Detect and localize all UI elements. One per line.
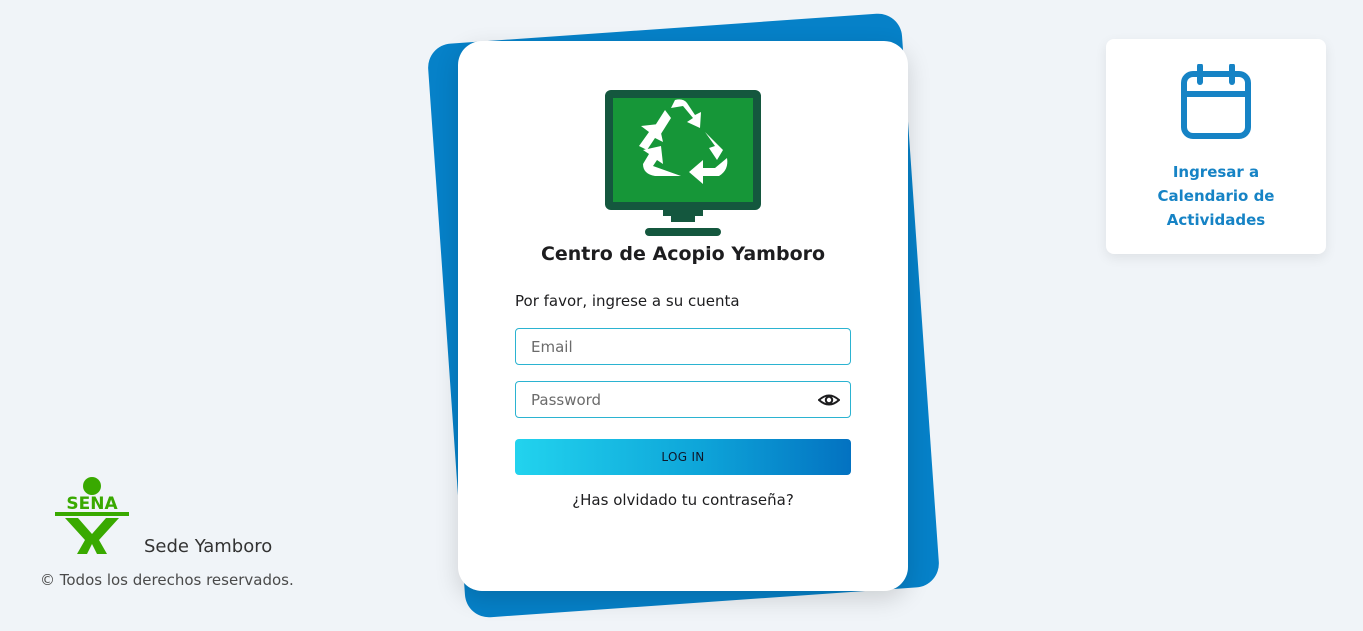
calendar-icon (1180, 63, 1252, 142)
calendar-text-line3: Actividades (1166, 211, 1266, 229)
calendar-text-line2: Calendario de (1157, 187, 1275, 205)
login-button[interactable]: LOG IN (515, 439, 851, 475)
sede-label: Sede Yamboro (144, 536, 273, 557)
svg-text:SENA: SENA (66, 494, 118, 514)
login-subtitle: Por favor, ingrese a su cuenta (515, 292, 740, 310)
calendar-card-link[interactable]: Ingresar a Calendario de Actividades (1106, 39, 1326, 254)
password-input[interactable] (516, 382, 850, 417)
app-title: Centro de Acopio Yamboro (540, 243, 826, 265)
copyright-text: © Todos los derechos reservados. (40, 571, 294, 589)
email-input[interactable] (516, 329, 850, 364)
sena-logo: SENA (51, 476, 133, 556)
forgot-password-link[interactable]: ¿Has olvidado tu contraseña? (458, 491, 908, 509)
calendar-text-line1: Ingresar a (1172, 163, 1260, 181)
calendar-link-text[interactable]: Ingresar a Calendario de Actividades (1136, 160, 1296, 232)
login-card: Centro de Acopio Yamboro Por favor, ingr… (458, 41, 908, 591)
recycle-monitor-logo (603, 88, 763, 238)
password-field-box (515, 381, 851, 418)
email-field-box (515, 328, 851, 365)
eye-icon[interactable] (817, 391, 841, 409)
login-page: Centro de Acopio Yamboro Por favor, ingr… (0, 0, 1363, 631)
